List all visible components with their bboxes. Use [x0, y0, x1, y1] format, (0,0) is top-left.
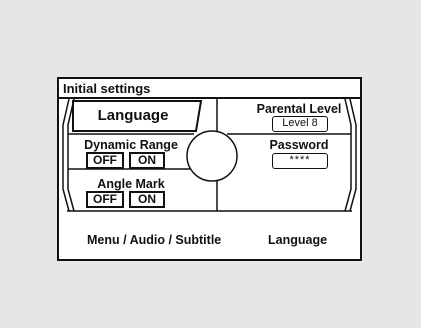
parental-level-value: Level 8 — [272, 116, 328, 132]
password-value: **** — [272, 153, 328, 169]
dynamic-range-off-button[interactable]: OFF — [86, 152, 124, 169]
dynamic-range-label: Dynamic Range — [84, 138, 178, 152]
angle-mark-label: Angle Mark — [97, 177, 165, 191]
parental-level-label[interactable]: Parental Level — [249, 102, 349, 116]
angle-mark-off-button[interactable]: OFF — [86, 191, 124, 208]
footer-menu-audio-subtitle: Menu / Audio / Subtitle — [87, 233, 222, 247]
dynamic-range-on-button[interactable]: ON — [129, 152, 165, 169]
angle-mark-on-button[interactable]: ON — [129, 191, 165, 208]
language-menu-item[interactable]: Language — [73, 107, 193, 124]
password-label[interactable]: Password — [249, 138, 349, 152]
footer-language: Language — [268, 233, 328, 247]
initial-settings-screen: Initial settings Language Dynamic Range … — [57, 77, 362, 261]
